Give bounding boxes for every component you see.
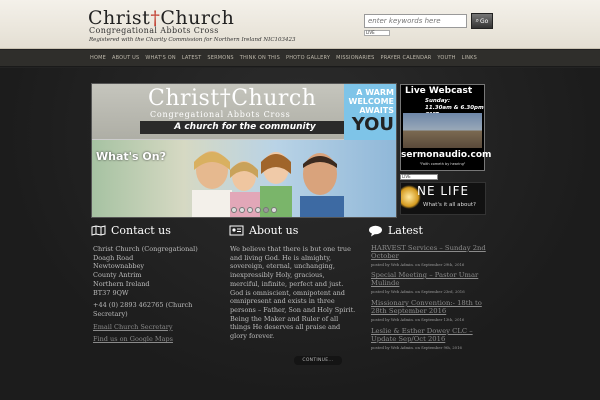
webcast-day: Sunday: [425, 98, 451, 104]
news-item-title[interactable]: Missionary Convention:- 18th to 28th Sep… [371, 299, 491, 315]
nav-item-sermons[interactable]: Sermons [207, 55, 233, 61]
contact-heading-text: Contact us [111, 224, 171, 237]
nav-item-whats-on[interactable]: What's On [145, 55, 175, 61]
one-life-banner[interactable]: NE LIFE What's it all about? [400, 182, 486, 215]
nav-item-about-us[interactable]: About Us [112, 55, 139, 61]
nav-item-missionaries[interactable]: Missionaries [336, 55, 374, 61]
nav-item-links[interactable]: Links [462, 55, 477, 61]
live-webcast-banner[interactable]: Live Webcast Sunday: 11.30am & 6.30pm GM… [400, 84, 492, 171]
charity-registration: Registered with the Charity Commission f… [89, 37, 296, 43]
contact-heading: Contact us [91, 224, 171, 237]
address-line: Newtownabbey [93, 262, 145, 271]
nav-item-youth[interactable]: Youth [437, 55, 455, 61]
nav-item-prayer-calendar[interactable]: Prayer Calendar [381, 55, 432, 61]
hero-title-part-2: Church [231, 86, 317, 111]
id-card-icon [229, 225, 244, 237]
whats-on-label: What's On? [96, 150, 166, 163]
news-item-meta: posted by Web Admin. on September 9th, 2… [371, 345, 462, 350]
speech-bubble-icon [368, 225, 383, 237]
hero-title: Christ†Church [148, 86, 316, 111]
search-icon: ⌕ [475, 17, 480, 24]
about-heading: About us [229, 224, 298, 237]
hero-subtitle: Congregational Abbots Cross [150, 110, 291, 119]
news-item-meta: posted by Web Admin. on September 23rd, … [371, 289, 465, 294]
map-icon [91, 225, 106, 237]
site-logo[interactable]: Christ†Church [88, 8, 234, 28]
hero-slider[interactable]: Christ†Church Congregational Abbots Cros… [91, 83, 397, 218]
slider-dot[interactable] [255, 207, 261, 213]
address-line: Northern Ireland [93, 279, 150, 288]
one-life-title: NE LIFE [417, 184, 470, 198]
address-line: County Antrim [93, 271, 142, 280]
slider-dot[interactable] [247, 207, 253, 213]
welcome-line-2: WELCOME [348, 97, 394, 106]
sermonaudio-logo: sermonaudio.com [401, 150, 492, 160]
slider-dot[interactable] [239, 207, 245, 213]
news-item-title[interactable]: HARVEST Services – Sunday 2nd October [371, 244, 491, 260]
welcome-badge: A WARM WELCOME AWAITS YOU [344, 84, 396, 142]
live-indicator: LIVE [364, 30, 390, 36]
main-navigation: Home About Us What's On Latest Sermons T… [0, 50, 600, 67]
address-line: Doagh Road [93, 253, 134, 262]
hero-title-part-1: Christ [148, 86, 220, 111]
nav-item-think-on-this[interactable]: Think on This [240, 55, 280, 61]
news-item-meta: posted by Web Admin. on September 29th, … [371, 262, 465, 267]
continue-button[interactable]: CONTINUE... [294, 356, 342, 365]
slider-pagination [231, 207, 277, 213]
about-heading-text: About us [249, 224, 299, 237]
nav-item-home[interactable]: Home [90, 55, 106, 61]
latest-heading: Latest [368, 224, 423, 237]
about-text: We believe that there is but one true an… [230, 245, 356, 341]
slider-dot-active[interactable] [263, 207, 269, 213]
search-button[interactable]: ⌕ Go [471, 13, 493, 29]
site-header: Christ†Church Congregational Abbots Cros… [0, 0, 600, 49]
news-item-title[interactable]: Leslie & Esther Dowey CLC – Update Sep/O… [371, 327, 491, 343]
welcome-line-4: YOU [351, 114, 394, 135]
contact-address: Christ Church (Congregational) Doagh Roa… [93, 245, 211, 344]
live-status-badge[interactable]: LIVE [400, 174, 438, 180]
sermonaudio-tagline: "Faith cometh by hearing" [419, 162, 466, 166]
church-building-image [403, 113, 482, 148]
contact-phone: +44 (0) 2893 462765 (Church Secretary) [93, 301, 193, 318]
news-item-title[interactable]: Special Meeting – Pastor Umar Mulinde [371, 271, 491, 287]
slider-dot[interactable] [231, 207, 237, 213]
google-maps-link[interactable]: Find us on Google Maps [93, 335, 211, 344]
address-line: BT37 9QW [93, 288, 129, 297]
search-input[interactable] [364, 14, 467, 28]
one-life-subtitle: What's it all about? [423, 202, 476, 208]
welcome-line-1: A WARM [356, 88, 394, 97]
address-line: Christ Church (Congregational) [93, 245, 198, 253]
hero-tagline: A church for the community [140, 121, 350, 134]
webcast-title: Live Webcast [405, 86, 473, 96]
nav-item-photo-gallery[interactable]: Photo Gallery [286, 55, 330, 61]
hero-cross-icon: † [219, 86, 232, 111]
email-secretary-link[interactable]: Email Church Secretary [93, 323, 211, 332]
news-item-meta: posted by Web Admin. on September 13th, … [371, 317, 465, 322]
search-button-label: Go [480, 17, 489, 25]
slider-dot[interactable] [271, 207, 277, 213]
logo-subtitle: Congregational Abbots Cross [89, 26, 219, 35]
nav-item-latest[interactable]: Latest [182, 55, 202, 61]
latest-heading-text: Latest [388, 224, 423, 237]
